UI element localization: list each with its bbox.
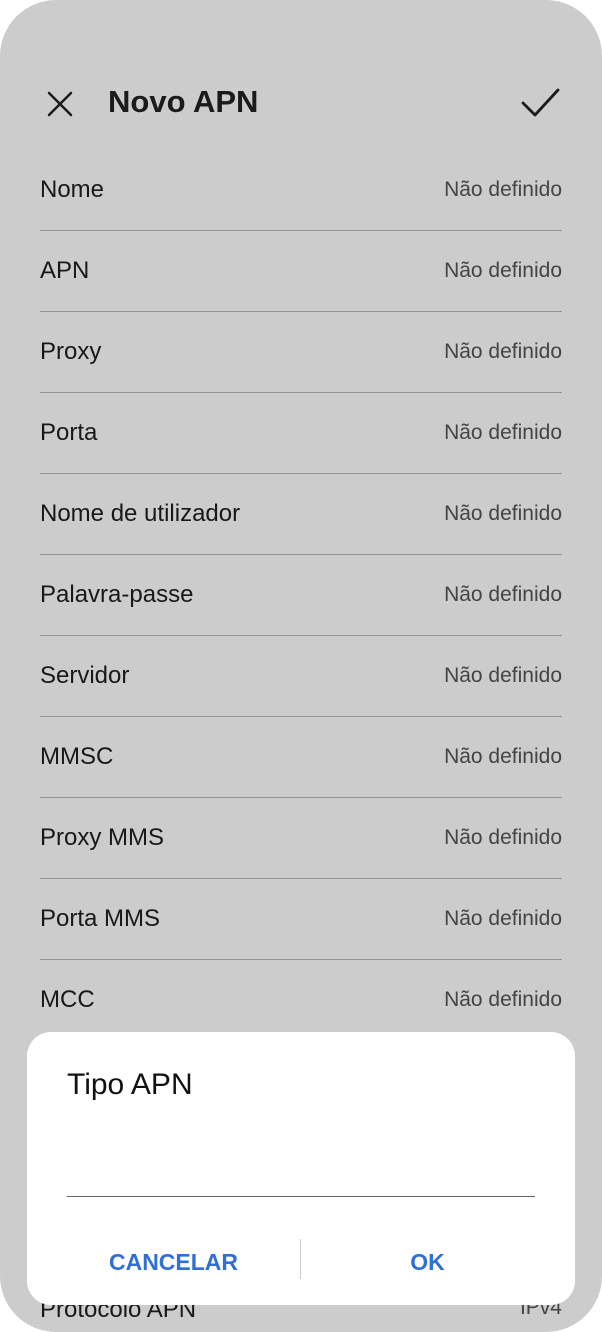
button-divider <box>300 1239 301 1279</box>
ok-button[interactable]: OK <box>321 1237 534 1287</box>
apn-type-dialog: Tipo APN CANCELAR OK <box>27 1032 575 1305</box>
dialog-title: Tipo APN <box>67 1068 193 1101</box>
apn-type-input[interactable] <box>67 1152 535 1197</box>
cancel-button[interactable]: CANCELAR <box>67 1237 280 1287</box>
phone-screen: 100 % 10:00 Novo APN Nome Não definido A… <box>0 0 602 1332</box>
